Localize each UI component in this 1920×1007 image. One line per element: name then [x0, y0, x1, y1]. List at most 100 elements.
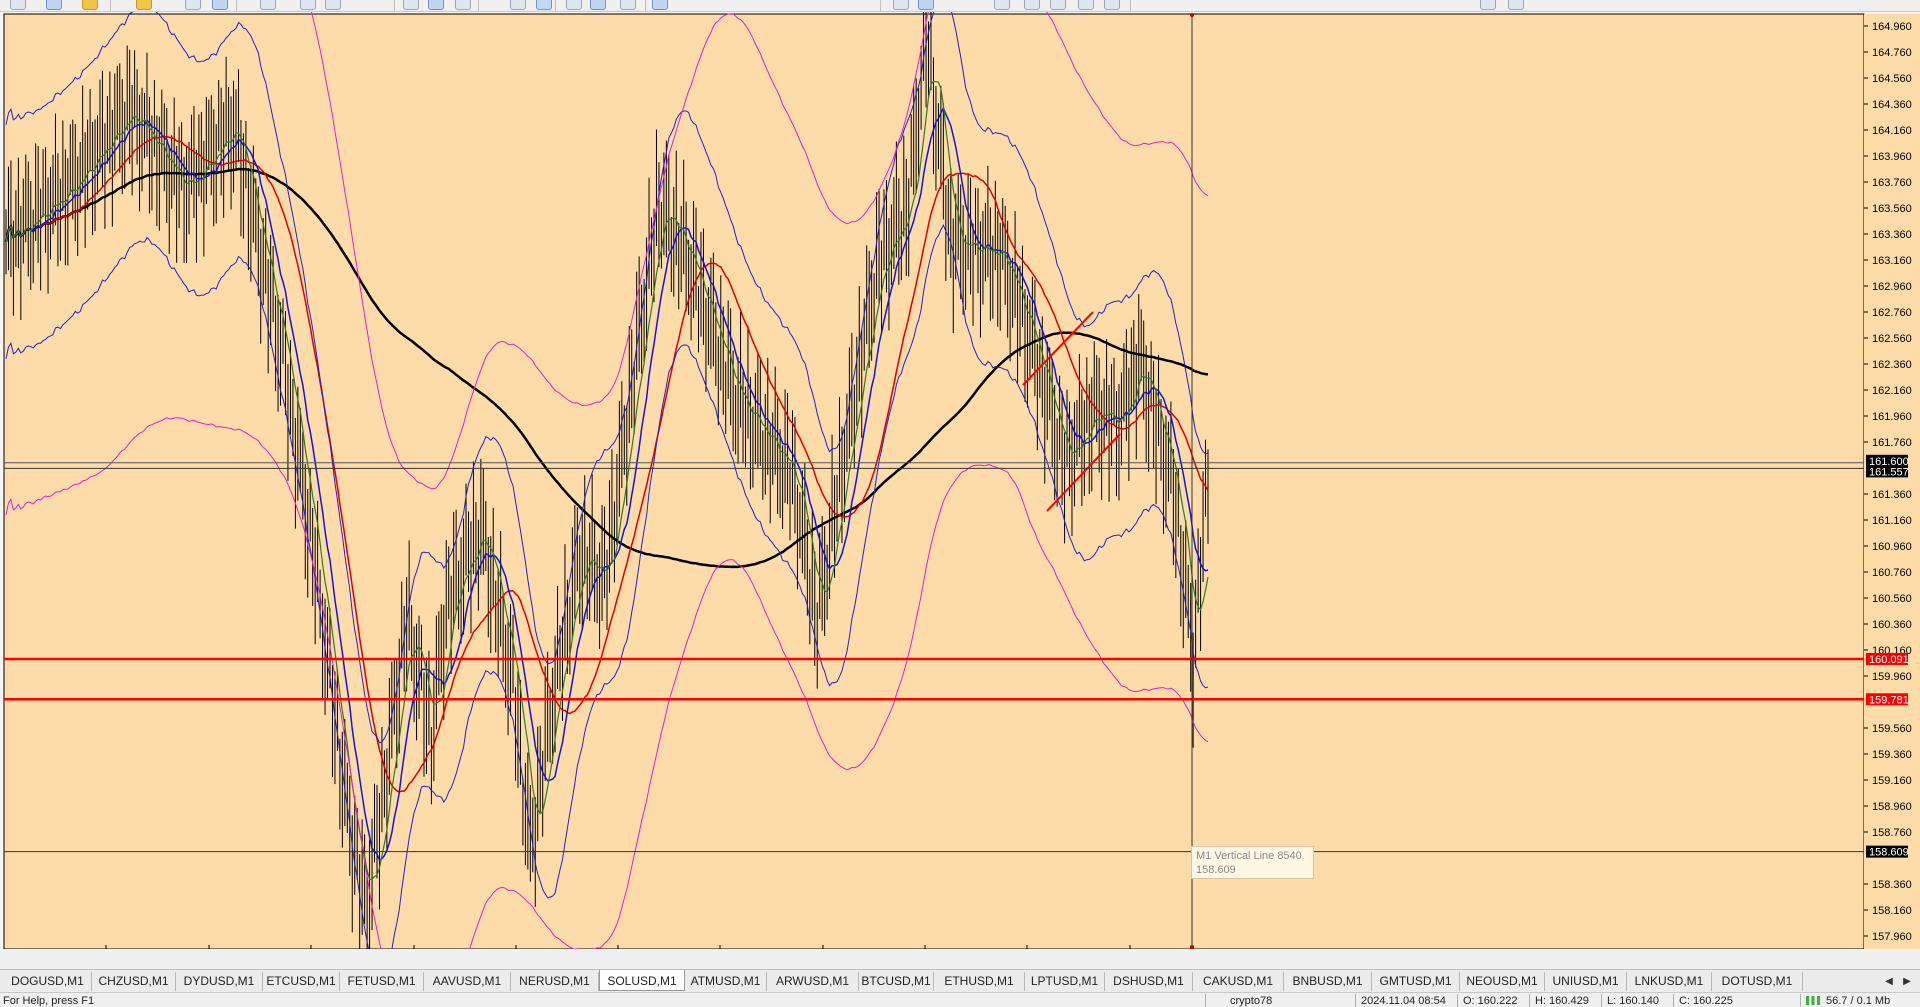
status-traffic: 56.7 / 0.1 Mb [1826, 995, 1891, 1007]
chart-tab[interactable]: BNBUSD,M1 [1284, 972, 1372, 991]
triangle-right-icon[interactable]: ▶ [1900, 972, 1914, 991]
profiles-icon[interactable] [46, 0, 62, 10]
price-tick-label: 160.760 [1872, 567, 1912, 579]
price-tick-label: 158.360 [1872, 879, 1912, 891]
market-watch-icon[interactable] [136, 0, 152, 10]
bid-price-label: 161.557 [1869, 466, 1909, 478]
status-low: L: 160.140 [1607, 995, 1659, 1007]
chart-tab[interactable]: ATMUSD,M1 [685, 972, 767, 991]
strategy-tester-icon[interactable] [325, 0, 341, 10]
tooltip-value: 158.609 [1196, 864, 1236, 876]
price-tick-label: 158.760 [1872, 827, 1912, 839]
status-profile[interactable]: crypto78 [1230, 994, 1360, 1007]
restore-icon[interactable] [1508, 0, 1524, 10]
vertical-line-price-label: 158.609 [1869, 847, 1909, 859]
price-tick-label: 159.160 [1872, 775, 1912, 787]
price-chart[interactable]: 164.960 164.760 164.560 164.360 164.160 163.9… [0, 12, 1920, 949]
price-tick-label: 161.160 [1872, 515, 1912, 527]
fibo-icon[interactable] [1050, 0, 1066, 10]
price-tick-label: 164.160 [1872, 125, 1912, 137]
new-chart-icon[interactable] [10, 0, 26, 10]
price-tick-label: 162.960 [1872, 281, 1912, 293]
price-tick-label: 163.160 [1872, 255, 1912, 267]
chart-tab[interactable]: ETHUSD,M1 [934, 972, 1025, 991]
vertical-line-marker [1190, 945, 1194, 949]
terminal-window: 164.960 164.760 164.560 164.360 164.160 163.9… [0, 0, 1920, 1007]
price-tick-label: 159.360 [1872, 749, 1912, 761]
chart-tab[interactable]: CHZUSD,M1 [92, 972, 176, 991]
price-tick-label: 162.560 [1872, 333, 1912, 345]
price-tick-label: 163.360 [1872, 229, 1912, 241]
chart-tab[interactable]: DSHUSD,M1 [1105, 972, 1193, 991]
chart-tab[interactable]: ETCUSD,M1 [263, 972, 340, 991]
crosshair-icon[interactable] [428, 0, 444, 10]
price-tick-label: 157.960 [1872, 931, 1912, 943]
vertical-line-tooltip: M1 Vertical Line 8540 158.609 [1191, 846, 1314, 879]
tooltip-title: M1 Vertical Line 8540 [1196, 850, 1302, 862]
price-tick-label: 163.760 [1872, 177, 1912, 189]
price-tick-label: 164.560 [1872, 73, 1912, 85]
new-order-icon[interactable] [300, 0, 316, 10]
vertical-line-icon[interactable] [455, 0, 471, 10]
status-open: O: 160.222 [1463, 995, 1518, 1007]
chart-tab[interactable]: CAKUSD,M1 [1193, 972, 1284, 991]
price-tick-label: 161.960 [1872, 411, 1912, 423]
chart-tab[interactable]: DOTUSD,M1 [1712, 972, 1803, 991]
channel-icon[interactable] [536, 0, 552, 10]
chart-tab[interactable]: GMTUSD,M1 [1372, 972, 1460, 991]
folder-icon[interactable] [82, 0, 98, 10]
chart-plot-background[interactable] [3, 13, 1865, 949]
chart-tab[interactable]: AAVUSD,M1 [424, 972, 511, 991]
chart-tab[interactable]: NERUSD,M1 [511, 972, 599, 991]
price-tick-label: 158.960 [1872, 801, 1912, 813]
chart-tab[interactable]: BTCUSD,M1 [859, 972, 934, 991]
price-tick-label: 164.360 [1872, 99, 1912, 111]
price-tick-label: 163.560 [1872, 203, 1912, 215]
status-bar: For Help, press F1 crypto78 2024.11.04 0… [0, 992, 1920, 1007]
triangle-left-icon[interactable]: ◀ [1882, 972, 1896, 991]
chart-tab[interactable]: LPTUSD,M1 [1025, 972, 1105, 991]
chart-tab[interactable]: DOGUSD,M1 [4, 972, 92, 991]
line-chart-icon[interactable] [620, 0, 636, 10]
status-help: For Help, press F1 [3, 995, 95, 1007]
trendline-icon[interactable] [510, 0, 526, 10]
minimize-icon[interactable] [1480, 0, 1496, 10]
terminal-icon[interactable] [212, 0, 228, 10]
price-tick-label: 161.760 [1872, 437, 1912, 449]
price-tick-label: 160.560 [1872, 593, 1912, 605]
price-tick-label: 160.960 [1872, 541, 1912, 553]
chart-tab[interactable]: ARWUSD,M1 [767, 972, 859, 991]
price-tick-label: 159.960 [1872, 671, 1912, 683]
zoom-in-icon[interactable] [652, 0, 668, 10]
price-tick-label: 162.760 [1872, 307, 1912, 319]
price-tick-label: 164.960 [1872, 21, 1912, 33]
chart-tab[interactable]: UNIUSD,M1 [1545, 972, 1627, 991]
price-tick-label: 161.360 [1872, 489, 1912, 501]
price-tick-label: 164.760 [1872, 47, 1912, 59]
chart-tab[interactable]: LNKUSD,M1 [1627, 972, 1712, 991]
chart-tab-bar: DOGUSD,M1 CHZUSD,M1 DYDUSD,M1 ETCUSD,M1 FETU… [0, 969, 1920, 992]
period-icon[interactable] [893, 0, 909, 10]
arrows-icon[interactable] [1024, 0, 1040, 10]
navigator-icon[interactable] [185, 0, 201, 10]
chart-tab[interactable]: DYDUSD,M1 [176, 972, 263, 991]
templates-icon[interactable] [918, 0, 934, 10]
shapes-icon[interactable] [1078, 0, 1094, 10]
chart-tab[interactable]: SOLUSD,M1 [599, 970, 685, 991]
status-datetime: 2024.11.04 08:54 [1361, 995, 1446, 1007]
text-label-icon[interactable] [994, 0, 1010, 10]
level-1-price-label: 160.091 [1869, 654, 1909, 666]
price-tick-label: 163.960 [1872, 151, 1912, 163]
price-tick-label: 162.160 [1872, 385, 1912, 397]
chart-tab[interactable]: NEOUSD,M1 [1460, 972, 1545, 991]
bar-chart-icon[interactable] [566, 0, 582, 10]
chart-window[interactable]: 164.960 164.760 164.560 164.360 164.160 163.9… [0, 12, 1920, 949]
cursor-icon[interactable] [403, 0, 419, 10]
candle-chart-icon[interactable] [590, 0, 606, 10]
level-2-price-label: 159.781 [1869, 694, 1909, 706]
connection-status-icon[interactable] [1806, 996, 1820, 1005]
price-tick-label: 158.160 [1872, 905, 1912, 917]
auto-trading-icon[interactable] [260, 0, 276, 10]
indicators-icon[interactable] [1104, 0, 1120, 10]
chart-tab[interactable]: FETUSD,M1 [340, 972, 424, 991]
